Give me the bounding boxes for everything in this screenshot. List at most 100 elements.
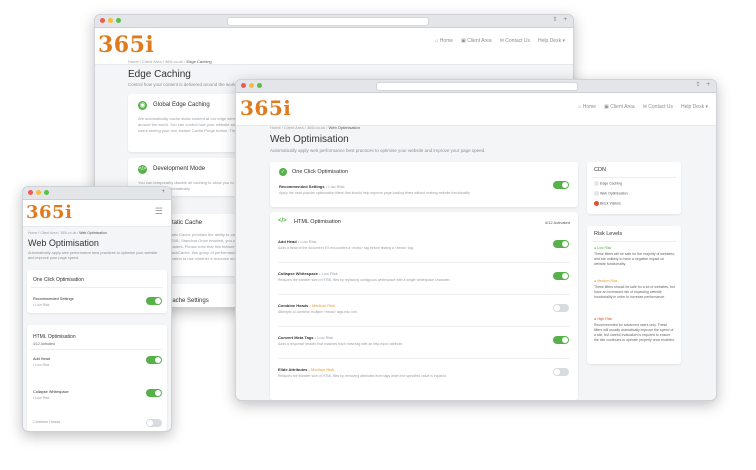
- close-dot[interactable]: [28, 190, 33, 195]
- high-risk-desc: Recommended for advanced users only. The…: [594, 323, 675, 342]
- address-bar[interactable]: [376, 82, 578, 91]
- item-description: Adds a response header that matches each…: [278, 342, 404, 346]
- nav-help-desk[interactable]: Help Desk ▾: [538, 38, 565, 44]
- item-description: Attempts to combine multiple <head> tags…: [278, 310, 358, 314]
- breadcrumb: Home / Client Area / 365i.co.uk / Web Op…: [28, 231, 107, 235]
- combine-heads-toggle[interactable]: [146, 419, 162, 427]
- risk-levels-panel: Risk Levels ● Low Risk These filters wil…: [587, 226, 681, 364]
- medium-risk-label: ● Medium Risk: [594, 279, 618, 283]
- collapse-whitespace-toggle[interactable]: [553, 272, 569, 280]
- cdn-title: CDN: [594, 167, 606, 173]
- shield-icon: ✓: [279, 168, 287, 176]
- web-optimisation-icon: [594, 191, 599, 196]
- nav-help-desk[interactable]: Help Desk ▾: [681, 104, 708, 110]
- list-item-combine-heads: Combine Heads: [33, 420, 61, 424]
- list-item-collapse-whitespace: Collapse Whitespace: [33, 390, 69, 394]
- section-title: Cache Settings: [168, 298, 209, 304]
- browser-chrome: +: [23, 187, 171, 200]
- nav-client-area[interactable]: ▣ Client Area: [461, 38, 492, 44]
- edge-caching-icon: [594, 181, 599, 186]
- add-tab-icon[interactable]: +: [563, 17, 567, 24]
- close-dot[interactable]: [100, 18, 105, 23]
- logo[interactable]: 365i: [240, 96, 291, 120]
- recommended-settings-toggle[interactable]: [553, 181, 569, 189]
- low-risk-desc: These filters will be safe for the major…: [594, 252, 675, 266]
- breadcrumb: Home / Client Area / 365i.co.uk / Edge C…: [128, 59, 212, 64]
- minimize-dot[interactable]: [249, 83, 254, 88]
- add-head-toggle[interactable]: [146, 356, 162, 364]
- activated-count: 4/12 Activated: [544, 220, 570, 225]
- maximize-dot[interactable]: [44, 190, 49, 195]
- share-icon[interactable]: ⇪: [552, 17, 557, 24]
- hamburger-menu-icon[interactable]: ☰: [155, 206, 163, 217]
- combine-heads-toggle[interactable]: [553, 304, 569, 312]
- address-bar[interactable]: [227, 17, 429, 26]
- list-item-convert-meta-tags: Convert Meta Tags • Low Risk: [278, 335, 334, 340]
- collapse-whitespace-toggle[interactable]: [146, 389, 162, 397]
- list-item-add-head: Add Head: [33, 357, 50, 361]
- card-title: One Click Optimisation: [33, 277, 84, 283]
- html-optimisation-card: HTML Optimisation 4/12 Activated Add Hea…: [27, 325, 167, 431]
- logo[interactable]: 365i: [26, 202, 72, 223]
- page-subtitle: Automatically apply web performance best…: [28, 251, 158, 260]
- convert-meta-tags-toggle[interactable]: [553, 336, 569, 344]
- block-icon: [594, 201, 599, 206]
- add-tab-icon[interactable]: +: [706, 82, 710, 89]
- page-subtitle: Control how your content is delivered ar…: [128, 82, 237, 87]
- card-title: One Click Optimisation: [292, 169, 348, 175]
- browser-chrome: ⇪ +: [236, 80, 716, 93]
- nav-client-area[interactable]: ▣ Client Area: [604, 104, 635, 110]
- list-item-elide-attributes: Elide Attributes • Medium Risk: [278, 367, 335, 372]
- add-tab-icon[interactable]: +: [161, 189, 165, 196]
- sidebar-item-block-visitors[interactable]: Block Visitors: [594, 201, 621, 206]
- browser-chrome: ⇪ +: [95, 15, 573, 28]
- item-description: Reduces the transfer size of HTML files …: [278, 278, 451, 282]
- maximize-dot[interactable]: [116, 18, 121, 23]
- page-subtitle: Automatically apply web performance best…: [270, 148, 486, 153]
- page-title: Web Optimisation: [270, 134, 349, 145]
- activated-count: 4/12 Activated: [33, 342, 55, 346]
- list-item-collapse-whitespace: Collapse Whitespace • Low Risk: [278, 271, 338, 276]
- breadcrumb: Home / Client Area / 365i.co.uk / Web Op…: [270, 125, 361, 130]
- recommended-settings-label: Recommended Settings: [33, 297, 74, 301]
- code-icon: </>: [278, 218, 287, 224]
- logo[interactable]: 365i: [98, 32, 154, 58]
- nav-home[interactable]: ⌂ Home: [435, 38, 453, 44]
- add-head-toggle[interactable]: [553, 240, 569, 248]
- page-title: Web Optimisation: [28, 238, 99, 248]
- page-title: Edge Caching: [128, 69, 191, 80]
- cdn-sidebar: CDN Edge Caching Web Optimisation Block …: [587, 162, 681, 214]
- mobile-browser-window: + 365i ☰ Home / Client Area / 365i.co.uk…: [22, 186, 172, 432]
- minimize-dot[interactable]: [36, 190, 41, 195]
- item-description: Adds a head to the document if it encoun…: [278, 246, 414, 250]
- sidebar-item-web-optimisation[interactable]: Web Optimisation: [594, 191, 628, 196]
- nav-home[interactable]: ⌂ Home: [578, 104, 596, 110]
- item-description: Apply the most popular optimisation filt…: [279, 191, 470, 195]
- section-title: Static Cache: [168, 220, 203, 226]
- nav-contact[interactable]: ✉ Contact Us: [643, 104, 673, 110]
- close-dot[interactable]: [241, 83, 246, 88]
- risk-label: • Low Risk: [33, 303, 50, 307]
- one-click-card: One Click Optimisation Recommended Setti…: [27, 270, 167, 313]
- recommended-settings-label: Recommended Settings • Low Risk: [279, 184, 345, 189]
- recommended-settings-toggle[interactable]: [146, 297, 162, 305]
- nav-contact[interactable]: ✉ Contact Us: [500, 38, 530, 44]
- risk-levels-title: Risk Levels: [594, 231, 623, 237]
- html-optimisation-card: </> HTML Optimisation 4/12 Activated Add…: [270, 212, 578, 400]
- item-description: Reduces the transfer size of HTML files …: [278, 374, 447, 378]
- maximize-dot[interactable]: [257, 83, 262, 88]
- share-icon[interactable]: ⇪: [695, 82, 700, 89]
- list-item-add-head: Add Head • Low Risk: [278, 239, 317, 244]
- one-click-card: ✓ One Click Optimisation Recommended Set…: [270, 162, 578, 207]
- list-item-combine-heads: Combine Heads • Medium Risk: [278, 303, 335, 308]
- high-risk-label: ● High Risk: [594, 317, 613, 321]
- medium-risk-desc: These filters should be safe for a lot o…: [594, 285, 675, 299]
- minimize-dot[interactable]: [108, 18, 113, 23]
- card-title: HTML Optimisation: [33, 334, 76, 340]
- globe-icon: ◉: [138, 101, 147, 110]
- code-icon: </>: [138, 165, 147, 174]
- main-browser-window: ⇪ + 365i ⌂ Home ▣ Client Area ✉ Contact U…: [235, 79, 717, 401]
- sidebar-item-edge-caching[interactable]: Edge Caching: [594, 181, 622, 186]
- elide-attributes-toggle[interactable]: [553, 368, 569, 376]
- risk-label: • Low Risk: [33, 363, 50, 367]
